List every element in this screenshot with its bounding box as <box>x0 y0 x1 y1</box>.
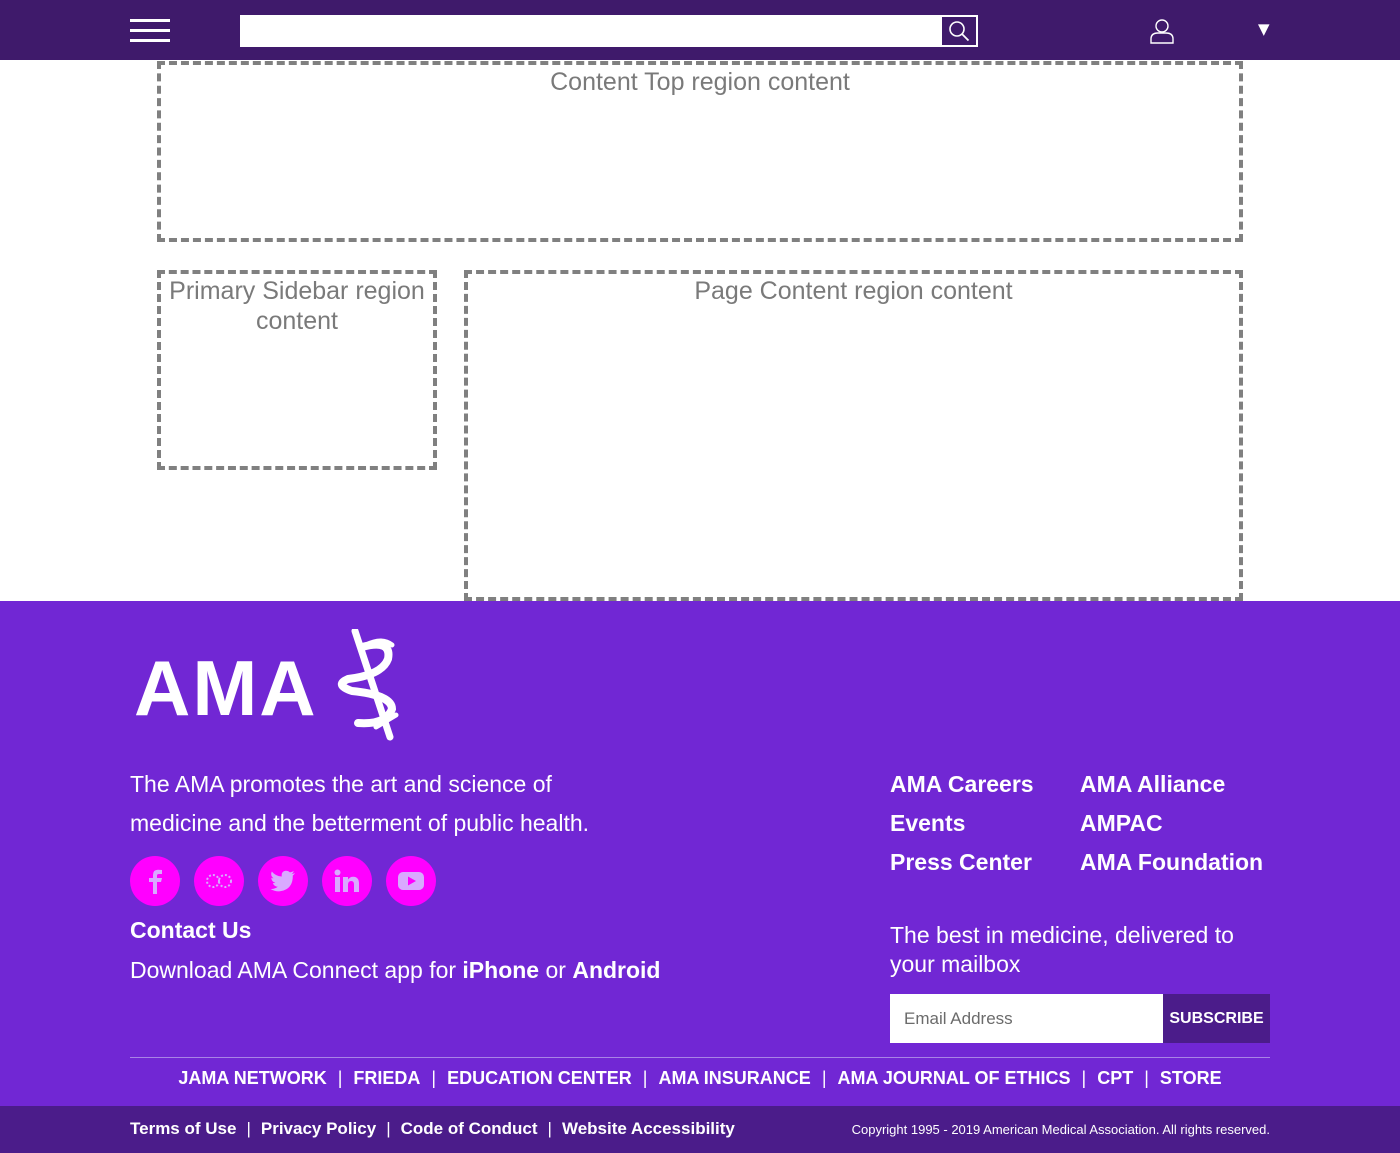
svg-text:AMA: AMA <box>134 644 318 732</box>
flickr-icon <box>206 874 232 888</box>
link-separator: | <box>821 1068 827 1088</box>
youtube-icon <box>398 872 424 890</box>
link-separator: | <box>1081 1068 1087 1088</box>
partner-links: JAMA NETWORK | FRIEDA | EDUCATION CENTER | AMA… <box>0 1068 1400 1089</box>
search-box <box>240 15 978 47</box>
footer-links-column-2: AMA Alliance AMPAC AMA Foundation <box>1080 765 1263 882</box>
linkedin-icon <box>334 869 359 892</box>
footer-divider <box>130 1057 1270 1058</box>
link-separator: | <box>431 1068 437 1088</box>
partner-link[interactable]: AMA INSURANCE <box>658 1068 810 1088</box>
account-dropdown-toggle[interactable]: ▼ <box>1258 20 1270 38</box>
facebook-button[interactable] <box>130 856 180 906</box>
footer-tagline: The AMA promotes the art and science of … <box>130 771 590 836</box>
site-footer: AMA The AMA promotes the art and science… <box>0 601 1400 1153</box>
footer-link[interactable]: AMA Careers <box>890 765 1034 804</box>
email-field[interactable] <box>890 994 1163 1043</box>
flickr-button[interactable] <box>194 856 244 906</box>
subscribe-button[interactable]: SUBSCRIBE <box>1163 994 1270 1043</box>
footer-link[interactable]: AMA Alliance <box>1080 765 1263 804</box>
social-links <box>130 856 436 906</box>
search-input[interactable] <box>241 16 941 46</box>
copyright-text: Copyright 1995 - 2019 American Medical A… <box>851 1122 1270 1137</box>
link-separator: | <box>246 1119 251 1138</box>
legal-link[interactable]: Privacy Policy <box>261 1119 376 1138</box>
contact-us-link[interactable]: Contact Us <box>130 917 251 944</box>
partner-link[interactable]: STORE <box>1160 1068 1222 1088</box>
twitter-icon <box>270 870 295 892</box>
footer-link[interactable]: AMA Foundation <box>1080 843 1263 882</box>
partner-link[interactable]: JAMA NETWORK <box>178 1068 326 1088</box>
iphone-link[interactable]: iPhone <box>462 957 539 983</box>
ama-logo[interactable]: AMA <box>130 629 405 741</box>
newsletter-heading: The best in medicine, delivered to your … <box>890 922 1234 977</box>
twitter-button[interactable] <box>258 856 308 906</box>
content-top-region: Content Top region content <box>157 61 1243 242</box>
link-separator: | <box>547 1119 552 1138</box>
footer-link[interactable]: AMPAC <box>1080 804 1263 843</box>
partner-link[interactable]: CPT <box>1097 1068 1133 1088</box>
partner-link[interactable]: EDUCATION CENTER <box>447 1068 632 1088</box>
partner-link[interactable]: AMA JOURNAL OF ETHICS <box>838 1068 1071 1088</box>
legal-bar: Terms of Use | Privacy Policy | Code of Cond… <box>0 1106 1400 1153</box>
page-content-region: Page Content region content <box>464 270 1243 601</box>
download-app-text: Download AMA Connect app for iPhone or A… <box>130 957 660 984</box>
link-separator: | <box>386 1119 391 1138</box>
footer-links-column-1: AMA Careers Events Press Center <box>890 765 1034 882</box>
facebook-icon <box>149 869 162 894</box>
primary-sidebar-region: Primary Sidebar region content <box>157 270 437 470</box>
legal-link[interactable]: Code of Conduct <box>401 1119 538 1138</box>
youtube-button[interactable] <box>386 856 436 906</box>
link-separator: | <box>642 1068 648 1088</box>
link-separator: | <box>337 1068 343 1088</box>
partner-link[interactable]: FRIEDA <box>353 1068 420 1088</box>
legal-link[interactable]: Website Accessibility <box>562 1119 735 1138</box>
linkedin-button[interactable] <box>322 856 372 906</box>
top-navigation-bar: ▼ <box>0 0 1400 60</box>
legal-links: Terms of Use | Privacy Policy | Code of Cond… <box>130 1119 735 1139</box>
footer-link[interactable]: Press Center <box>890 843 1034 882</box>
search-button[interactable] <box>941 16 977 46</box>
link-separator: | <box>1144 1068 1149 1088</box>
menu-icon[interactable] <box>130 19 170 43</box>
footer-link[interactable]: Events <box>890 804 1034 843</box>
user-account-icon[interactable] <box>1149 18 1175 44</box>
download-or: or <box>539 957 573 983</box>
download-prefix: Download AMA Connect app for <box>130 957 463 983</box>
search-icon <box>949 21 970 42</box>
legal-link[interactable]: Terms of Use <box>130 1119 236 1138</box>
android-link[interactable]: Android <box>572 957 660 983</box>
